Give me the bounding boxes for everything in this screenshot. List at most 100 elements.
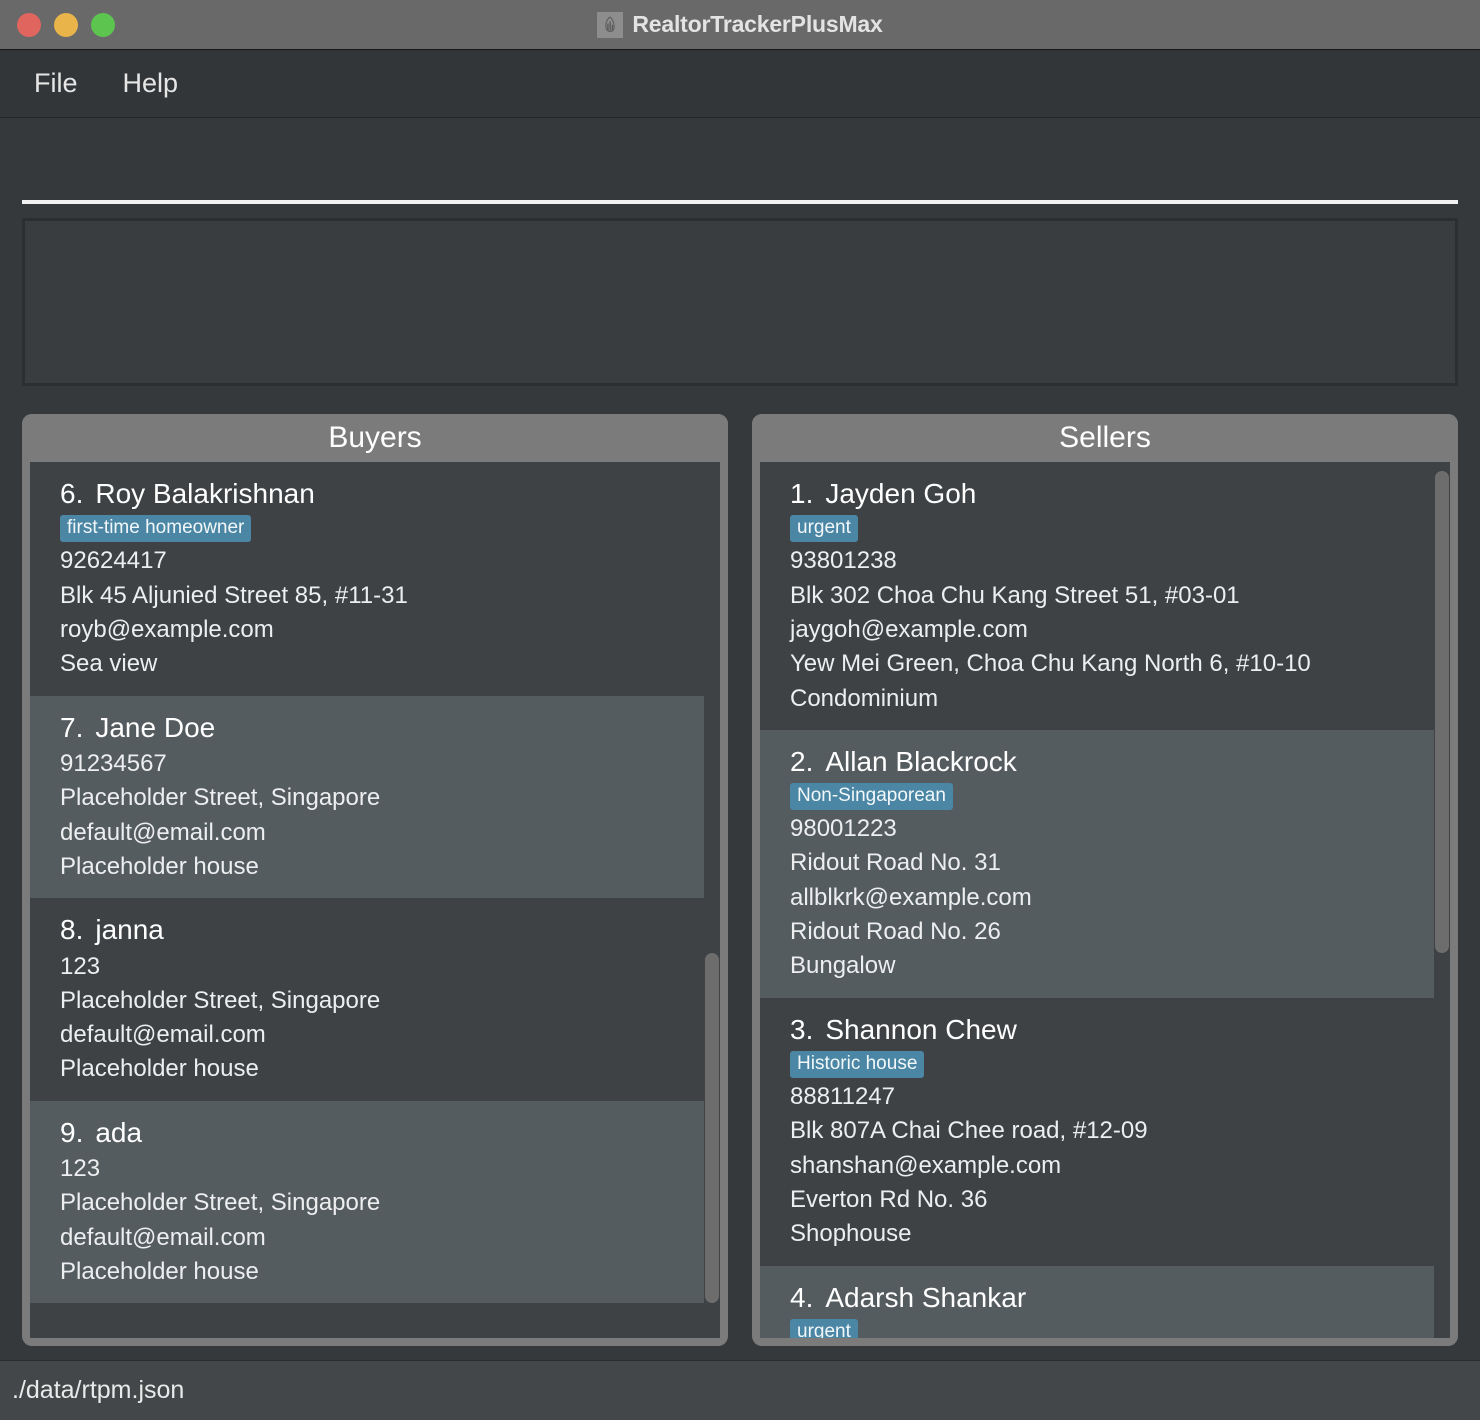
sellers-list[interactable]: 1. Jayden Goh urgent 93801238 Blk 302 Choa C… [760, 462, 1434, 1338]
list-item-detail: 92624417 [60, 547, 167, 575]
list-item-detail: default@email.com [60, 1223, 266, 1251]
panels-container: Buyers 6. Roy Balakrishnan first-time home… [0, 400, 1480, 1360]
list-item-title: 1. Jayden Goh [760, 472, 1434, 513]
minimize-button[interactable] [54, 12, 78, 37]
title-center: RealtorTrackerPlusMax [0, 11, 1480, 38]
list-item-detail: Placeholder house [60, 1258, 259, 1286]
list-item[interactable]: 8. janna 123 Placeholder Street, Singapore d… [30, 898, 704, 1101]
list-item-detail: Placeholder Street, Singapore [60, 986, 381, 1014]
close-button[interactable] [17, 12, 41, 37]
list-item-name: Jane Doe [95, 711, 216, 743]
list-item[interactable]: 2. Allan Blackrock Non-Singaporean 98001223… [760, 729, 1434, 998]
window-title: RealtorTrackerPlusMax [632, 11, 883, 37]
list-item-name: Allan Blackrock [825, 745, 1017, 777]
list-item-index: 1. [790, 478, 814, 509]
list-item-detail: 88811247 [790, 1083, 895, 1111]
list-item-index: 4. [790, 1281, 814, 1313]
list-item-title: 2. Allan Blackrock [760, 740, 1434, 781]
buyers-list[interactable]: 6. Roy Balakrishnan first-time homeowner 92… [30, 462, 704, 1338]
list-item-title: 6. Roy Balakrishnan [30, 472, 704, 513]
list-item-detail: 98001223 [790, 815, 897, 843]
panel-sellers: Sellers 1. Jayden Goh urgent 93801238 Blk 30… [752, 414, 1458, 1346]
list-item-detail: jaygoh@example.com [790, 615, 1028, 643]
list-item-title: 7. Jane Doe [30, 706, 704, 747]
list-item-name: Jayden Goh [825, 478, 977, 509]
list-item-name: Roy Balakrishnan [95, 478, 315, 509]
badge-row: first-time homeowner [30, 513, 704, 544]
status-badge: urgent [790, 1318, 858, 1338]
list-item[interactable]: 7. Jane Doe 91234567 Placeholder Street, Si… [30, 695, 704, 899]
badge-row: urgent [760, 1317, 1434, 1338]
menu-bar: File Help [0, 50, 1480, 118]
list-item-index: 6. [60, 478, 84, 509]
menu-item-file[interactable]: File [34, 70, 78, 97]
command-input-region [0, 118, 1480, 204]
list-item-detail: 93801238 [790, 547, 897, 575]
status-badge: Historic house [790, 1051, 925, 1079]
list-item-detail: 123 [60, 1155, 101, 1183]
list-item-index: 2. [790, 745, 814, 777]
list-item-index: 3. [790, 1013, 814, 1045]
detail-box-region [0, 204, 1480, 400]
buyers-list-wrap: 6. Roy Balakrishnan first-time homeowner 92… [30, 462, 720, 1338]
sellers-list-wrap: 1. Jayden Goh urgent 93801238 Blk 302 Choa C… [760, 462, 1450, 1338]
title-bar: RealtorTrackerPlusMax [0, 0, 1480, 50]
list-item-title: 3. Shannon Chew [760, 1008, 1434, 1049]
list-item-detail: Placeholder house [60, 1055, 259, 1083]
buyers-scroll-thumb[interactable] [705, 952, 719, 1303]
list-item[interactable]: 4. Adarsh Shankar urgent [760, 1265, 1434, 1338]
status-badge: first-time homeowner [60, 515, 252, 543]
list-item-detail: default@email.com [60, 818, 266, 846]
list-item-title: 4. Adarsh Shankar [760, 1276, 1434, 1317]
list-item-name: ada [95, 1116, 143, 1148]
list-item-detail: Ridout Road No. 31 [790, 849, 1001, 877]
list-item-detail: Everton Rd No. 36 [790, 1185, 988, 1213]
list-item-detail: default@email.com [60, 1021, 266, 1049]
list-item-index: 9. [60, 1116, 84, 1148]
list-item-detail: 123 [60, 952, 101, 980]
list-item-detail: Placeholder house [60, 852, 259, 880]
window-controls [0, 12, 115, 37]
badge-row: urgent [760, 513, 1434, 544]
badge-row: Historic house [760, 1049, 1434, 1080]
list-item[interactable]: 3. Shannon Chew Historic house 88811247 Blk … [760, 997, 1434, 1266]
list-item-detail: Ridout Road No. 26 [790, 918, 1001, 946]
list-item-detail: royb@example.com [60, 615, 274, 643]
list-item-detail: Blk 302 Choa Chu Kang Street 51, #03-01 [790, 581, 1240, 609]
panel-title-buyers: Buyers [22, 414, 728, 462]
detail-box[interactable] [22, 218, 1458, 386]
status-bar: ./data/rtpm.json [0, 1360, 1480, 1420]
list-item-name: Adarsh Shankar [825, 1281, 1027, 1313]
panel-buyers: Buyers 6. Roy Balakrishnan first-time home… [22, 414, 728, 1346]
list-item-index: 8. [60, 914, 84, 946]
list-item-detail: allblkrk@example.com [790, 883, 1032, 911]
maximize-button[interactable] [91, 12, 115, 37]
buyers-scrollbar[interactable] [704, 462, 720, 1338]
sellers-scroll-thumb[interactable] [1435, 470, 1449, 953]
list-item-detail: shanshan@example.com [790, 1151, 1062, 1179]
list-item-title: 8. janna [30, 908, 704, 949]
list-item-name: Shannon Chew [825, 1013, 1017, 1045]
list-item-detail: Blk 807A Chai Chee road, #12-09 [790, 1117, 1148, 1145]
building-chart-icon [597, 11, 624, 38]
list-item-detail: Placeholder Street, Singapore [60, 1189, 381, 1217]
app-window: RealtorTrackerPlusMax File Help Buyers 6… [0, 0, 1480, 1420]
list-item-detail: Sea view [60, 650, 158, 678]
sellers-scrollbar[interactable] [1434, 462, 1450, 1338]
list-item[interactable]: 6. Roy Balakrishnan first-time homeowner 92… [30, 462, 704, 696]
list-item-detail: Shophouse [790, 1220, 912, 1248]
list-item-detail: Placeholder Street, Singapore [60, 784, 381, 812]
list-item-index: 7. [60, 711, 84, 743]
list-item-title: 9. ada [30, 1111, 704, 1152]
panel-title-sellers: Sellers [752, 414, 1458, 462]
list-item[interactable]: 1. Jayden Goh urgent 93801238 Blk 302 Choa C… [760, 462, 1434, 730]
list-item-detail: Blk 45 Aljunied Street 85, #11-31 [60, 581, 408, 609]
status-file-path: ./data/rtpm.json [12, 1376, 185, 1404]
list-item-detail: 91234567 [60, 749, 167, 777]
command-input[interactable] [22, 118, 1458, 204]
list-item-detail: Condominium [790, 684, 939, 712]
menu-item-help[interactable]: Help [123, 70, 179, 97]
list-item[interactable]: 9. ada 123 Placeholder Street, Singapore def… [30, 1100, 704, 1304]
badge-row: Non-Singaporean [760, 781, 1434, 812]
list-item-name: janna [95, 914, 164, 946]
